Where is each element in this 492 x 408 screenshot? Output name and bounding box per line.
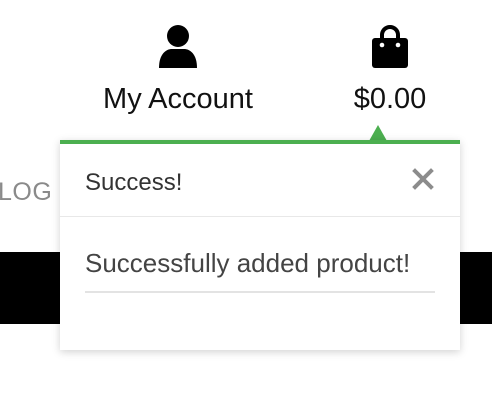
cart-total: $0.00 [353, 83, 427, 115]
notification-message: Successfully added product! [85, 217, 435, 293]
notification-header: Success! [60, 144, 460, 217]
close-button[interactable] [406, 162, 440, 196]
user-icon [159, 25, 197, 68]
popup-pointer [369, 125, 387, 141]
success-notification: Success! Successfully added product! [60, 140, 460, 350]
shopping-bag-icon [372, 25, 408, 68]
notification-body: Successfully added product! [60, 217, 460, 293]
notification-title: Success! [85, 169, 183, 196]
my-account-link[interactable]: My Account [92, 24, 264, 116]
close-icon [412, 168, 434, 190]
cart-link[interactable]: $0.00 [344, 24, 436, 116]
my-account-label: My Account [103, 83, 253, 115]
nav-blog-fragment[interactable]: LOG [0, 178, 52, 207]
page-viewport: My Account $0.00 LOG Success! Successful… [0, 0, 492, 408]
